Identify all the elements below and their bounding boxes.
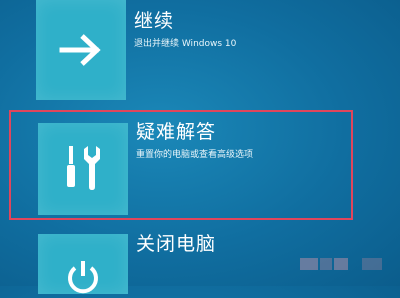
selection-highlight-box	[9, 110, 353, 220]
power-icon	[68, 261, 98, 294]
boot-options-screen: 继续 退出并继续 Windows 10 疑难解答 重置你的电脑或查看高级选项 关…	[0, 0, 400, 294]
continue-description: 退出并继续 Windows 10	[134, 39, 237, 49]
watermark-blur	[300, 258, 382, 270]
arrow-right-icon	[59, 34, 101, 66]
shutdown-tile[interactable]	[38, 234, 128, 294]
option-shutdown[interactable]: 关闭电脑	[0, 226, 400, 294]
continue-title: 继续	[134, 10, 175, 32]
option-continue[interactable]: 继续 退出并继续 Windows 10	[0, 0, 400, 105]
continue-tile[interactable]	[36, 0, 126, 100]
shutdown-title: 关闭电脑	[136, 233, 217, 255]
